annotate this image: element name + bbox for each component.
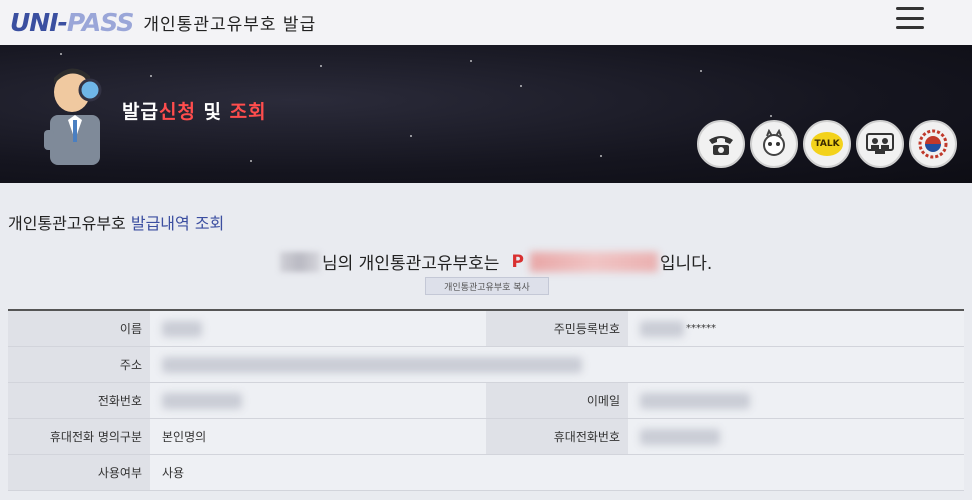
phone-icon[interactable] [697,120,745,168]
app-title: 개인통관고유부호 발급 [143,15,317,35]
mobile-type-label: 휴대전화 명의구분 [8,419,150,454]
name-value [150,311,486,346]
section-title: 개인통관고유부호 발급내역 조회 [8,214,225,233]
mobile-label: 휴대전화번호 [486,419,628,454]
mascot-icon[interactable] [750,120,798,168]
talk-icon[interactable]: TALK [803,120,851,168]
table-row: 사용여부 사용 [8,455,964,491]
phone-label: 전화번호 [8,383,150,418]
table-row: 휴대전화 명의구분 본인명의 휴대전화번호 [8,419,964,455]
address-label: 주소 [8,347,150,382]
quick-icons: TALK [697,120,957,168]
rrn-value: ****** [628,311,964,346]
masked-pass-number [529,251,658,272]
email-value [628,383,964,418]
phone-value [150,383,486,418]
hamburger-menu-icon[interactable] [896,7,924,29]
uni-pass-logo[interactable]: UNI-PASS [10,8,134,37]
mobile-type-value: 본인명의 [150,419,486,454]
page-banner: 발급신청 및 조회 TALK [0,45,972,183]
rrn-label: 주민등록번호 [486,311,628,346]
copy-pass-number-button[interactable]: 개인통관고유부호 복사 [425,277,549,295]
banner-title: 발급신청 및 조회 [122,101,267,123]
pass-number: P [511,251,524,272]
government-seal-icon[interactable] [909,120,957,168]
user-info-table: 이름 주민등록번호 ****** 주소 전화번호 이메일 휴대전화 명의구분 본… [8,309,964,491]
usage-label: 사용여부 [8,455,150,490]
masked-user-name [280,251,320,272]
table-row: 전화번호 이메일 [8,383,964,419]
email-label: 이메일 [486,383,628,418]
name-label: 이름 [8,311,150,346]
mobile-value [628,419,964,454]
usage-value: 사용 [150,455,964,490]
table-row: 이름 주민등록번호 ****** [8,311,964,347]
pass-number-message: 님의 개인통관고유부호는 P 입니다. [280,249,712,274]
remote-support-icon[interactable] [856,120,904,168]
top-header: UNI-PASS 개인통관고유부호 발급 [0,0,972,45]
table-row: 주소 [8,347,964,383]
address-value [150,347,964,382]
mascot-illustration [44,68,102,165]
